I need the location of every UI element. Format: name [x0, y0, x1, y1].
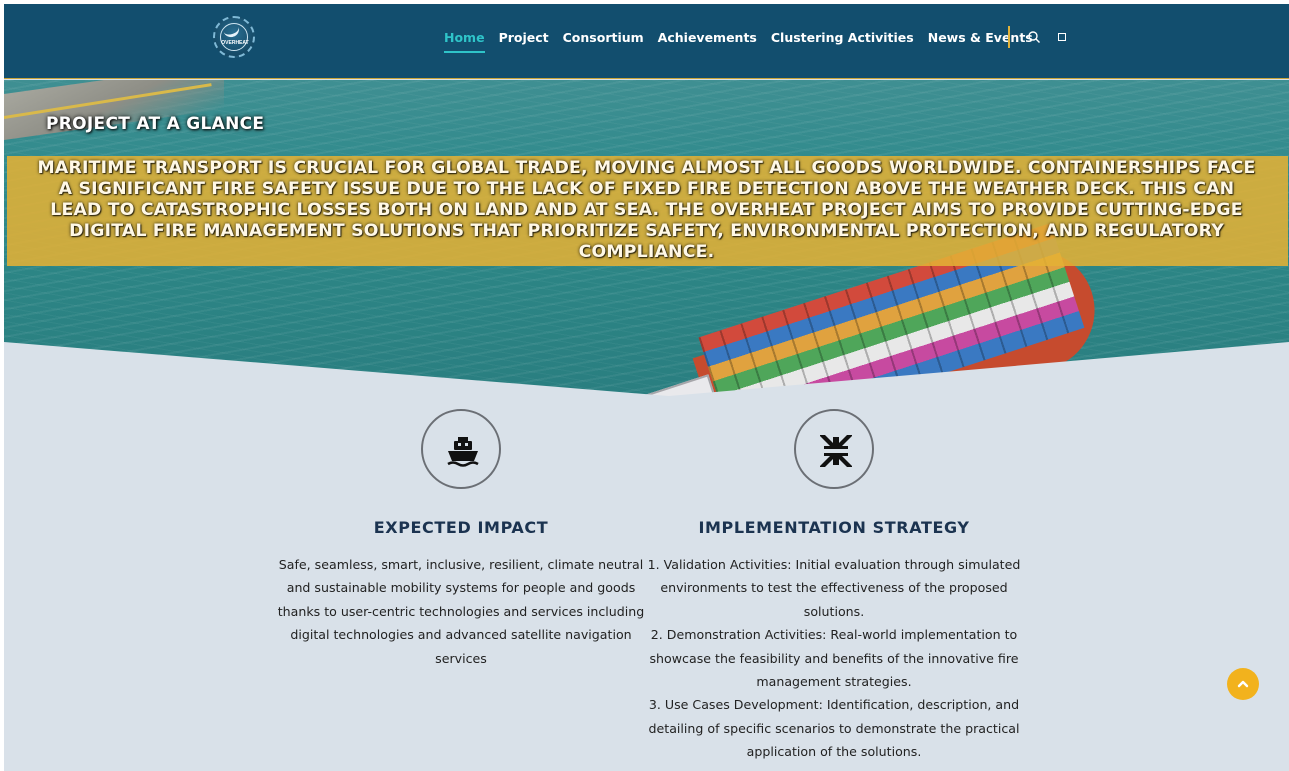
hero-line: COMPLIANCE. [578, 242, 715, 262]
feature-title: EXPECTED IMPACT [373, 518, 549, 537]
nav-item-clustering-activities[interactable]: Clustering Activities [771, 30, 914, 45]
page-frame: OVERHEAT Home Project Consortium Achieve… [4, 4, 1289, 771]
nav-item-home[interactable]: Home [444, 30, 485, 53]
scroll-to-top-button[interactable] [1227, 668, 1259, 700]
chevron-up-icon [1237, 680, 1249, 688]
hero-heading: PROJECT AT A GLANCE [46, 114, 265, 134]
logo-text: OVERHEAT [221, 40, 249, 46]
hero-line: A SIGNIFICANT FIRE SAFETY ISSUE DUE TO T… [58, 179, 1235, 199]
nav-item-project[interactable]: Project [499, 30, 549, 45]
nav-item-consortium[interactable]: Consortium [563, 30, 644, 45]
feature-line: solutions. [803, 603, 865, 619]
feature-line: showcase the feasibility and benefits of… [649, 650, 1019, 666]
feature-line: 1. Validation Activities: Initial evalua… [647, 557, 1021, 572]
hero-line: DIGITAL FIRE MANAGEMENT SOLUTIONS THAT P… [69, 221, 1224, 241]
feature-line: environments to test the effectiveness o… [660, 580, 1008, 596]
feature-line: digital technologies and advanced satell… [290, 627, 632, 643]
site-logo[interactable]: OVERHEAT [213, 16, 255, 58]
feature-title: IMPLEMENTATION STRATEGY [698, 518, 970, 537]
feature-line: Safe, seamless, smart, inclusive, resili… [278, 557, 644, 572]
top-navigation: OVERHEAT Home Project Consortium Achieve… [4, 4, 1289, 79]
feature-line: services [435, 650, 487, 666]
feature-implementation-strategy: IMPLEMENTATION STRATEGY 1. Validation Ac… [644, 409, 1024, 764]
nav-item-news-events[interactable]: News & Events [928, 30, 1033, 45]
feature-expected-impact: EXPECTED IMPACT Safe, seamless, smart, i… [271, 409, 651, 670]
feature-line: 3. Use Cases Development: Identification… [648, 697, 1020, 713]
compress-arrows-icon [820, 435, 852, 467]
feature-icon-circle [421, 409, 501, 489]
feature-line: 2. Demonstration Activities: Real-world … [650, 627, 1018, 643]
hero-line: LEAD TO CATASTROPHIC LOSSES BOTH ON LAND… [50, 200, 1243, 220]
section-divider [4, 342, 1289, 404]
main-menu: Home Project Consortium Achievements Clu… [444, 30, 1047, 53]
feature-icon-circle [794, 409, 874, 489]
hero-description: MARITIME TRANSPORT IS CRUCIAL FOR GLOBAL… [4, 158, 1289, 263]
hero-line: MARITIME TRANSPORT IS CRUCIAL FOR GLOBAL… [37, 158, 1256, 178]
feature-line: and sustainable mobility systems for peo… [286, 580, 636, 596]
feature-line: thanks to user-centric technologies and … [277, 603, 645, 619]
nav-divider [1008, 26, 1010, 48]
search-icon[interactable] [1027, 30, 1041, 44]
feature-line: management strategies. [756, 674, 912, 690]
square-icon[interactable] [1058, 33, 1066, 41]
nav-item-achievements[interactable]: Achievements [658, 30, 757, 45]
feature-line: application of the solutions. [746, 744, 922, 760]
feature-line: detailing of specific scenarios to demon… [648, 720, 1020, 736]
ship-icon [447, 437, 479, 467]
feature-description: 1. Validation Activities: Initial evalua… [644, 553, 1024, 764]
feature-description: Safe, seamless, smart, inclusive, resili… [271, 553, 651, 670]
